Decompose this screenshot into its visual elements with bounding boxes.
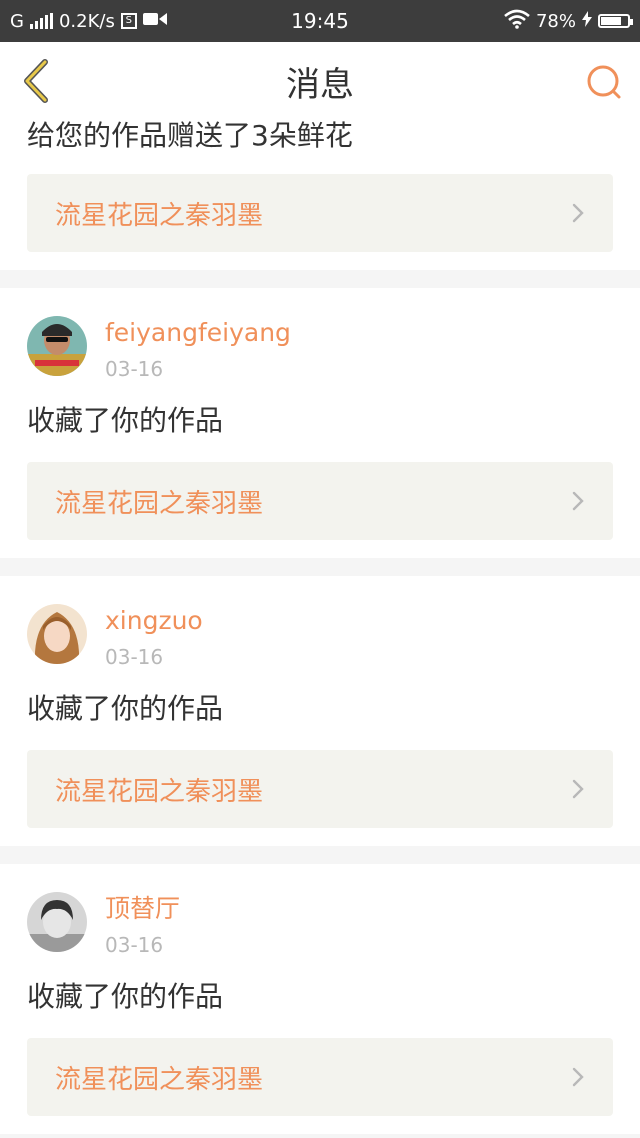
message-action-text: 给您的作品赠送了3朵鲜花: [27, 120, 353, 152]
username[interactable]: xingzuo: [105, 604, 203, 638]
work-link[interactable]: 流星花园之秦羽墨: [27, 1038, 613, 1116]
user-row: xingzuo 03-16: [27, 604, 613, 680]
chevron-right-icon: [572, 491, 584, 511]
battery-percent: 78%: [535, 10, 576, 32]
search-icon: [587, 65, 621, 99]
user-meta: xingzuo 03-16: [105, 604, 203, 672]
work-title: 流星花园之秦羽墨: [55, 776, 264, 807]
message-item: 给您的作品赠送了3朵鲜花 流星花园之秦羽墨: [0, 120, 640, 270]
user-meta: feiyangfeiyang 03-16: [105, 316, 291, 384]
nav-bar: 消息: [0, 42, 640, 121]
user-row: feiyangfeiyang 03-16: [27, 316, 613, 392]
message-action-text: 收藏了你的作品: [27, 404, 224, 437]
work-link[interactable]: 流星花园之秦羽墨: [27, 174, 613, 252]
message-date: 03-16: [105, 357, 164, 381]
avatar[interactable]: [27, 316, 87, 376]
message-item: 顶替厅 03-16 收藏了你的作品 流星花园之秦羽墨: [0, 864, 640, 1134]
chevron-right-icon: [572, 203, 584, 223]
message-date: 03-16: [105, 933, 164, 957]
chevron-right-icon: [572, 1067, 584, 1087]
work-title: 流星花园之秦羽墨: [55, 1064, 264, 1095]
chevron-right-icon: [572, 779, 584, 799]
lightning-icon: [582, 10, 592, 32]
message-item: xingzuo 03-16 收藏了你的作品 流星花园之秦羽墨: [0, 576, 640, 846]
message-action-text: 收藏了你的作品: [27, 980, 224, 1013]
page-title: 消息: [286, 64, 354, 105]
message-date: 03-16: [105, 645, 164, 669]
wifi-icon: [504, 9, 530, 34]
status-right: 78%: [504, 0, 633, 42]
username[interactable]: 顶替厅: [105, 892, 180, 926]
avatar[interactable]: [27, 892, 87, 952]
work-title: 流星花园之秦羽墨: [55, 200, 264, 231]
message-list[interactable]: 给您的作品赠送了3朵鲜花 流星花园之秦羽墨 feiyangfeiyang 03-…: [0, 120, 640, 1138]
message-action-text: 收藏了你的作品: [27, 692, 224, 725]
user-meta: 顶替厅 03-16: [105, 892, 180, 960]
user-row: 顶替厅 03-16: [27, 892, 613, 968]
username[interactable]: feiyangfeiyang: [105, 316, 291, 350]
work-title: 流星花园之秦羽墨: [55, 488, 264, 519]
status-bar: G 0.2K/s S 19:45 78%: [0, 0, 640, 42]
avatar[interactable]: [27, 604, 87, 664]
work-link[interactable]: 流星花园之秦羽墨: [27, 462, 613, 540]
battery-icon: [598, 14, 633, 28]
search-button[interactable]: [584, 62, 624, 102]
messages-screen: G 0.2K/s S 19:45 78% 消息 给您的作品赠送了3朵鲜花 流星花…: [0, 0, 640, 1138]
work-link[interactable]: 流星花园之秦羽墨: [27, 750, 613, 828]
message-item: feiyangfeiyang 03-16 收藏了你的作品 流星花园之秦羽墨: [0, 288, 640, 558]
